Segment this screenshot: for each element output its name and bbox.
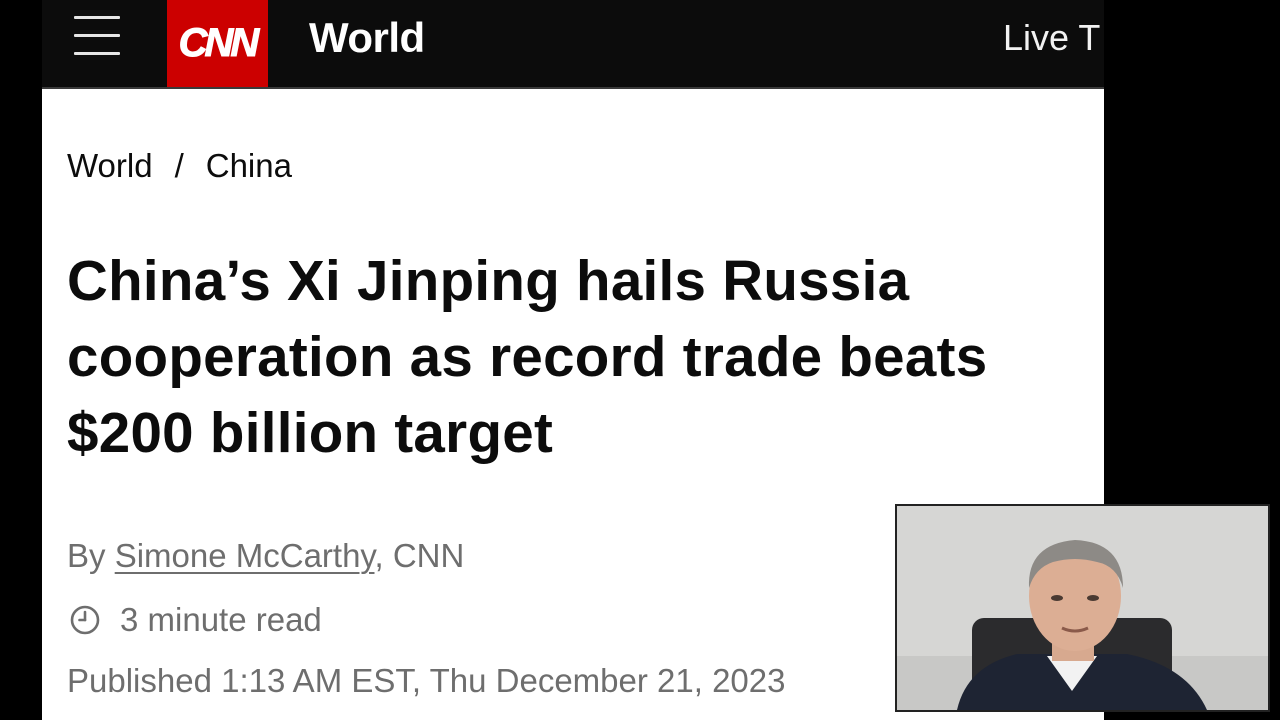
section-title[interactable]: World: [309, 12, 425, 64]
read-time: 3 minute read: [67, 597, 322, 643]
byline-prefix: By: [67, 537, 115, 574]
cnn-logo[interactable]: CNN: [167, 0, 268, 87]
cnn-logo-text: CNN: [178, 21, 260, 66]
breadcrumb-world[interactable]: World: [67, 147, 153, 184]
header-divider: [42, 87, 1104, 89]
published-timestamp: Published 1:13 AM EST, Thu December 21, …: [67, 662, 786, 699]
breadcrumb: World / China: [67, 143, 292, 189]
top-navigation-bar: CNN World Live T: [42, 0, 1104, 87]
byline-suffix: , CNN: [374, 537, 465, 574]
webcam-video-overlay: [895, 504, 1270, 712]
hamburger-menu-icon[interactable]: [74, 14, 120, 58]
breadcrumb-separator: /: [174, 147, 184, 184]
clock-icon: [70, 605, 100, 635]
article-headline: China’s Xi Jinping hails Russia cooperat…: [67, 249, 988, 464]
breadcrumb-china[interactable]: China: [206, 147, 292, 184]
live-tv-link[interactable]: Live T: [1003, 12, 1100, 64]
presenter-video-image: [897, 506, 1268, 710]
author-link[interactable]: Simone McCarthy: [115, 537, 375, 574]
read-time-label: 3 minute read: [120, 601, 322, 638]
byline: By Simone McCarthy, CNN: [67, 533, 464, 579]
